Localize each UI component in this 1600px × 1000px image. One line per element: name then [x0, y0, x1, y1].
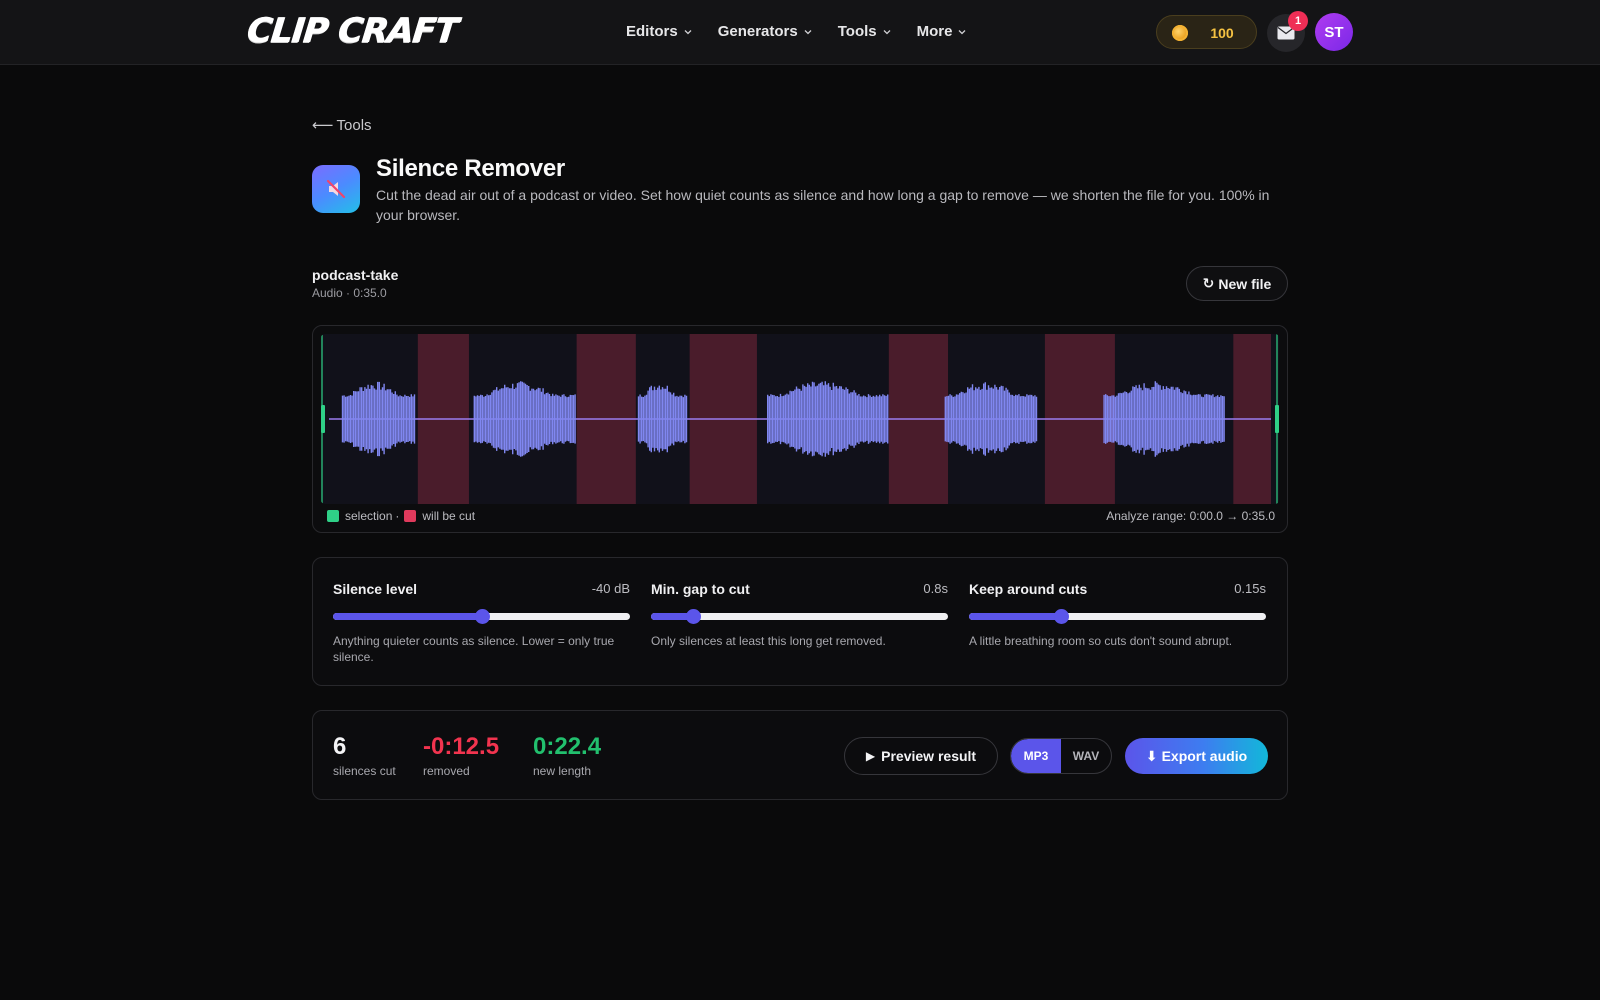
- silence-level-slider[interactable]: [333, 609, 630, 624]
- page-description: Cut the dead air out of a podcast or vid…: [376, 187, 1270, 223]
- stat-label: removed: [423, 764, 470, 778]
- min-gap-control: Min. gap to cut 0.8s Only silences at le…: [651, 580, 948, 648]
- analyze-range: Analyze range: 0:00.0 → 0:35.0: [1106, 509, 1275, 523]
- selection-start-handle: [321, 405, 325, 433]
- settings-panel: Silence level -40 dB Anything quieter co…: [312, 557, 1288, 686]
- stat-value: 6: [333, 733, 347, 760]
- slider-handle[interactable]: [1054, 609, 1070, 624]
- control-help: Only silences at least this long get rem…: [651, 634, 886, 648]
- keep-around-cuts-slider[interactable]: [969, 609, 1266, 624]
- legend-separator: ·: [395, 509, 400, 523]
- selection-swatch: [327, 510, 339, 522]
- result-panel: 6 silences cut -0:12.5 removed 0:22.4 ne…: [312, 710, 1288, 800]
- preview-result-button[interactable]: ▶ Preview result: [844, 737, 998, 775]
- nav-tools[interactable]: Tools: [838, 21, 891, 43]
- nav-tools-label: Tools: [837, 23, 877, 40]
- slider-handle[interactable]: [474, 609, 490, 624]
- control-value: -40 dB: [591, 581, 630, 596]
- chevron-down-icon: [959, 30, 966, 35]
- legend-selection: selection: [345, 509, 393, 523]
- top-navbar: CLIP CRAFT Editors Generators Tools More…: [0, 0, 1600, 65]
- file-meta: Audio · 0:35.0: [312, 286, 387, 300]
- file-name: podcast-take: [312, 267, 399, 283]
- notification-badge: 1: [1288, 11, 1308, 31]
- arrow-left-icon: ⟵: [312, 117, 334, 134]
- control-help: Anything quieter counts as silence. Lowe…: [333, 634, 615, 664]
- new-file-button[interactable]: ↻ New file: [1186, 266, 1288, 301]
- refresh-icon: ↻: [1202, 275, 1215, 291]
- format-toggle: MP3 WAV: [1010, 738, 1112, 774]
- control-label: Keep around cuts: [969, 581, 1088, 597]
- control-help: A little breathing room so cuts don't so…: [969, 634, 1233, 648]
- coin-icon: [1172, 25, 1188, 41]
- waveform-svg[interactable]: [321, 334, 1279, 504]
- chevron-down-icon: [684, 30, 692, 35]
- back-to-tools-link[interactable]: ⟵ Tools: [312, 116, 372, 136]
- chevron-down-icon: [804, 30, 812, 35]
- silence-level-control: Silence level -40 dB Anything quieter co…: [333, 580, 630, 664]
- nav-editors[interactable]: Editors: [626, 21, 692, 43]
- nav-generators-label: Generators: [717, 23, 798, 40]
- page-title: Silence Remover: [376, 155, 565, 182]
- coin-balance[interactable]: 100: [1156, 15, 1257, 49]
- stat-label: silences cut: [333, 764, 396, 778]
- control-value: 0.8s: [923, 581, 948, 596]
- format-mp3-option[interactable]: MP3: [1011, 739, 1061, 773]
- selection-end-handle: [1275, 405, 1279, 433]
- coin-count: 100: [1210, 25, 1234, 41]
- play-icon: ▶: [865, 749, 876, 763]
- clipcraft-logo[interactable]: CLIP CRAFT: [245, 11, 459, 51]
- nav-more[interactable]: More: [917, 21, 967, 43]
- speaker-muted-icon: [326, 179, 346, 199]
- user-avatar[interactable]: ST: [1315, 13, 1353, 51]
- stat-new-length: 0:22.4 new length: [533, 733, 601, 779]
- control-label: Min. gap to cut: [651, 581, 750, 597]
- stat-label: new length: [533, 764, 592, 778]
- min-gap-slider[interactable]: [651, 609, 948, 624]
- slider-fill: [333, 613, 482, 620]
- control-label: Silence level: [333, 581, 418, 597]
- preview-label: Preview result: [881, 748, 977, 764]
- nav-editors-label: Editors: [626, 23, 678, 40]
- stat-value: -0:12.5: [423, 733, 500, 760]
- waveform-legend: selection · will be cut: [327, 508, 475, 524]
- stat-silences-cut: 6 silences cut: [333, 733, 396, 779]
- waveform-panel: selection · will be cut Analyze range: 0…: [312, 325, 1288, 533]
- nav-generators[interactable]: Generators: [718, 21, 812, 43]
- cut-swatch: [404, 510, 417, 522]
- slider-handle[interactable]: [685, 609, 701, 624]
- waveform-canvas[interactable]: [321, 334, 1279, 504]
- export-label: Export audio: [1161, 748, 1248, 764]
- export-audio-button[interactable]: ⬇ Export audio: [1125, 738, 1268, 774]
- stat-value: 0:22.4: [533, 733, 602, 760]
- format-wav-option[interactable]: WAV: [1061, 739, 1111, 773]
- stat-removed: -0:12.5 removed: [423, 733, 499, 779]
- tool-icon: [312, 165, 360, 213]
- back-link-label: Tools: [336, 117, 372, 134]
- chevron-down-icon: [883, 30, 891, 35]
- main-nav: Editors Generators Tools More: [626, 21, 992, 43]
- keep-around-cuts-control: Keep around cuts 0.15s A little breathin…: [969, 580, 1266, 648]
- control-value: 0.15s: [1234, 581, 1266, 596]
- nav-more-label: More: [916, 23, 953, 40]
- download-icon: ⬇: [1145, 747, 1158, 764]
- legend-cut: will be cut: [422, 509, 476, 523]
- slider-fill: [969, 613, 1062, 620]
- new-file-label: New file: [1218, 275, 1272, 292]
